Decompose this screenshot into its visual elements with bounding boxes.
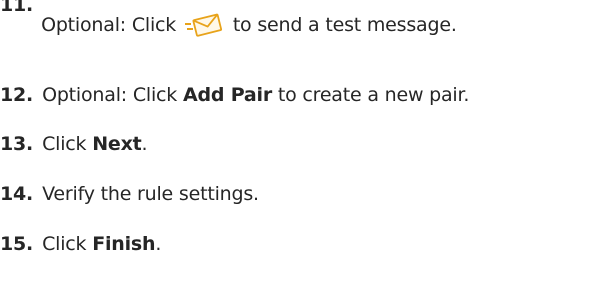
- step-text-after: to send a test message.: [232, 14, 457, 36]
- step-text-after: to create a new pair.: [277, 84, 470, 106]
- step-number: 14.: [0, 183, 34, 205]
- step-text-after: .: [155, 233, 162, 255]
- step-number: 12.: [0, 84, 34, 106]
- step-number: 11.: [0, 0, 34, 16]
- step-text: Verify the rule settings.: [42, 183, 259, 205]
- step-text-before: Optional: Click: [41, 14, 177, 36]
- step-text-after: .: [141, 133, 148, 155]
- procedure-steps: 11. Optional: Click to send a test messag…: [0, 0, 590, 284]
- finish-button-reference: Finish: [92, 233, 156, 255]
- send-test-message-icon: [184, 12, 224, 38]
- step-12: 12. Optional: Click Add Pair to create a …: [0, 84, 469, 106]
- step-number: 15.: [0, 233, 34, 255]
- step-text-before: Click: [42, 233, 87, 255]
- step-15: 15. Click Finish.: [0, 233, 161, 255]
- step-13: 13. Click Next.: [0, 133, 148, 155]
- step-number: 13.: [0, 133, 34, 155]
- step-14: 14. Verify the rule settings.: [0, 183, 259, 205]
- step-text-before: Optional: Click: [42, 84, 178, 106]
- step-11: 11. Optional: Click to send a test messag…: [0, 0, 457, 37]
- add-pair-button-reference: Add Pair: [182, 84, 273, 106]
- next-button-reference: Next: [92, 133, 142, 155]
- step-text-before: Click: [42, 133, 87, 155]
